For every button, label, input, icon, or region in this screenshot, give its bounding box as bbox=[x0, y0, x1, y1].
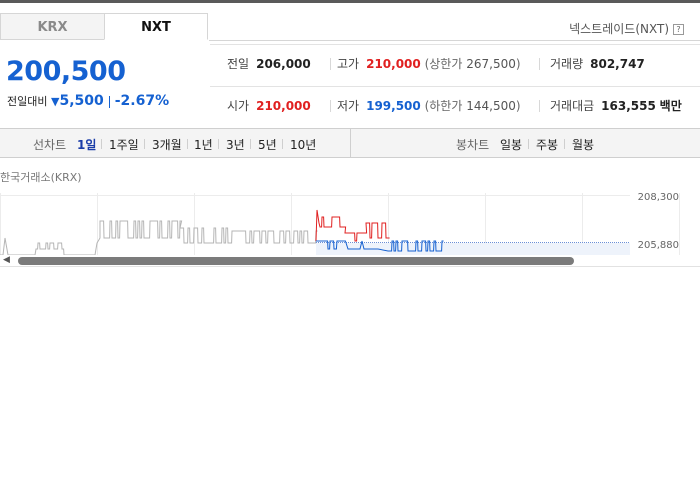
lower-limit: (하한가 144,500) bbox=[424, 99, 521, 113]
lower-limit-value: 144,500 bbox=[466, 99, 516, 113]
change-separator bbox=[108, 96, 110, 108]
stat-open: 시가 210,000 bbox=[227, 99, 311, 113]
period-separator bbox=[218, 139, 219, 149]
tab-divider bbox=[209, 40, 700, 41]
stat-trade-value: 거래대금 163,555 백만 bbox=[550, 99, 682, 113]
stat-separator bbox=[330, 58, 331, 70]
price-change: 전일대비 ▼5,500 -2.67% bbox=[7, 93, 169, 109]
stats-row-1: 전일 206,000 고가 210,000 (상한가 267,500) 거래량 802… bbox=[210, 45, 700, 85]
upper-limit-value: 267,500 bbox=[466, 57, 516, 71]
scrollbar-thumb[interactable] bbox=[18, 257, 574, 265]
stat-separator bbox=[539, 100, 540, 112]
stats-table: 전일 206,000 고가 210,000 (상한가 267,500) 거래량 802… bbox=[210, 44, 700, 127]
scroll-left-icon[interactable]: ◀ bbox=[3, 255, 10, 265]
upper-limit-label: 상한가 bbox=[429, 57, 463, 71]
venue-label: 넥스트레이드(NXT) bbox=[569, 22, 669, 36]
period-1d[interactable]: 1일 bbox=[77, 136, 96, 153]
line-chart-label: 선차트 bbox=[33, 138, 67, 152]
help-icon[interactable]: ? bbox=[673, 24, 684, 35]
stat-separator bbox=[539, 58, 540, 70]
candle-weekly[interactable]: 주봉 bbox=[536, 136, 558, 153]
bar-divider bbox=[350, 129, 351, 157]
tab-krx[interactable]: KRX bbox=[0, 13, 104, 40]
candle-daily[interactable]: 일봉 bbox=[500, 136, 522, 153]
intraday-price-chart: 208,300 205,880 bbox=[0, 193, 680, 255]
lower-limit-label: 하한가 bbox=[429, 99, 463, 113]
price-line-gray bbox=[0, 220, 318, 255]
period-5y[interactable]: 5년 bbox=[258, 136, 277, 153]
stat-prev-close: 전일 206,000 bbox=[227, 57, 311, 71]
stat-high: 고가 210,000 (상한가 267,500) bbox=[337, 57, 521, 71]
period-separator bbox=[528, 139, 529, 149]
venue-label-group: 넥스트레이드(NXT)? bbox=[569, 20, 684, 37]
period-separator bbox=[250, 139, 251, 149]
period-separator bbox=[187, 139, 188, 149]
period-separator bbox=[564, 139, 565, 149]
chart-title: 한국거래소(KRX) bbox=[0, 171, 82, 184]
candle-chart-label: 봉차트 bbox=[456, 138, 490, 152]
period-10y[interactable]: 10년 bbox=[290, 136, 316, 153]
upper-limit: (상한가 267,500) bbox=[424, 57, 521, 71]
stats-row-2: 시가 210,000 저가 199,500 (하한가 144,500) 거래대금 16… bbox=[210, 86, 700, 127]
period-separator bbox=[144, 139, 145, 149]
price-line-red bbox=[315, 209, 390, 242]
stat-separator bbox=[330, 100, 331, 112]
y-tick-bottom: 205,880 bbox=[638, 240, 679, 251]
stat-low: 저가 199,500 (하한가 144,500) bbox=[337, 99, 521, 113]
top-border bbox=[0, 0, 700, 3]
period-separator bbox=[282, 139, 283, 149]
y-tick-top: 208,300 bbox=[638, 193, 679, 203]
bottom-divider bbox=[0, 266, 700, 267]
change-value: 5,500 bbox=[59, 93, 104, 109]
period-3y[interactable]: 3년 bbox=[226, 136, 245, 153]
trade-value-unit: 백만 bbox=[659, 99, 682, 113]
period-separator bbox=[101, 139, 102, 149]
tab-nxt[interactable]: NXT bbox=[104, 13, 208, 40]
current-price: 200,500 bbox=[6, 56, 126, 87]
change-label: 전일대비 bbox=[7, 95, 48, 108]
period-1w[interactable]: 1주일 bbox=[109, 136, 139, 153]
stat-volume: 거래량 802,747 bbox=[550, 57, 645, 71]
period-1y[interactable]: 1년 bbox=[194, 136, 213, 153]
candle-monthly[interactable]: 월봉 bbox=[572, 136, 594, 153]
period-3m[interactable]: 3개월 bbox=[152, 136, 182, 153]
chart-period-bar: 선차트 1일 1주일 3개월 1년 3년 5년 10년 봉차트 일봉 주봉 월봉 bbox=[0, 128, 700, 158]
change-percent: -2.67% bbox=[114, 93, 170, 109]
